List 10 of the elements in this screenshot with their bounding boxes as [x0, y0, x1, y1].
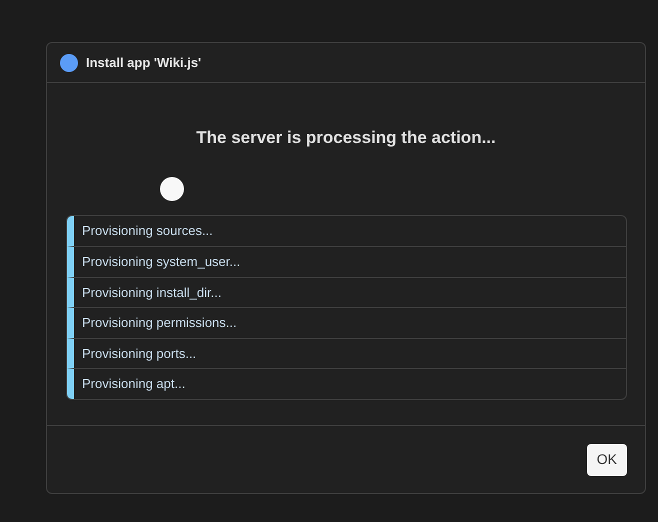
ok-button[interactable]: OK: [586, 444, 627, 476]
dialog-title: Install app 'Wiki.js': [86, 54, 202, 72]
log-entry: Provisioning ports...: [67, 338, 626, 368]
loading-spinner-icon: [160, 176, 184, 200]
processing-message: The server is processing the action...: [196, 127, 496, 149]
log-entry: Provisioning install_dir...: [67, 276, 626, 307]
log-entry: Provisioning apt...: [67, 368, 626, 398]
log-entry: Provisioning system_user...: [67, 246, 626, 276]
log-entry: Provisioning permissions...: [67, 307, 626, 338]
log-entry: Provisioning sources...: [67, 216, 626, 246]
